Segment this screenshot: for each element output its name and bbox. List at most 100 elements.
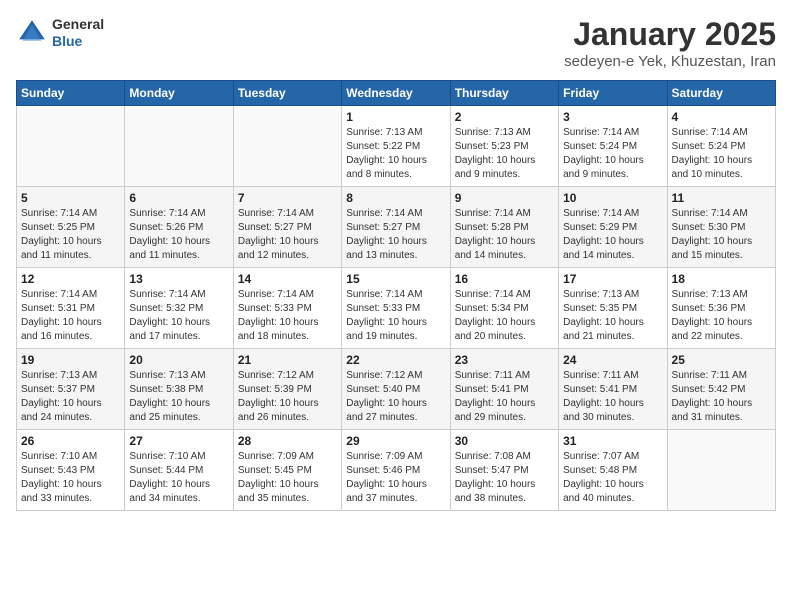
day-number: 25 xyxy=(672,353,771,367)
day-info: Sunrise: 7:14 AM Sunset: 5:27 PM Dayligh… xyxy=(346,207,445,263)
calendar-cell: 28 Sunrise: 7:09 AM Sunset: 5:45 PM Dayli… xyxy=(233,430,341,511)
day-info: Sunrise: 7:14 AM Sunset: 5:33 PM Dayligh… xyxy=(238,288,337,344)
calendar-cell: 8 Sunrise: 7:14 AM Sunset: 5:27 PM Daylig… xyxy=(342,187,450,268)
title-block: January 2025 sedeyen-e Yek, Khuzestan, I… xyxy=(564,16,776,70)
calendar-cell: 15 Sunrise: 7:14 AM Sunset: 5:33 PM Dayli… xyxy=(342,268,450,349)
day-info: Sunrise: 7:14 AM Sunset: 5:26 PM Dayligh… xyxy=(129,207,228,263)
day-number: 8 xyxy=(346,191,445,205)
calendar-cell: 23 Sunrise: 7:11 AM Sunset: 5:41 PM Dayli… xyxy=(450,349,558,430)
day-number: 20 xyxy=(129,353,228,367)
day-number: 13 xyxy=(129,272,228,286)
calendar-cell: 27 Sunrise: 7:10 AM Sunset: 5:44 PM Dayli… xyxy=(125,430,233,511)
day-number: 30 xyxy=(455,434,554,448)
calendar-title: January 2025 xyxy=(564,16,776,53)
day-number: 4 xyxy=(672,110,771,124)
day-info: Sunrise: 7:11 AM Sunset: 5:41 PM Dayligh… xyxy=(563,369,662,425)
day-number: 15 xyxy=(346,272,445,286)
day-header-sunday: Sunday xyxy=(17,81,125,106)
logo-general-text: General xyxy=(52,16,104,33)
calendar-cell: 7 Sunrise: 7:14 AM Sunset: 5:27 PM Daylig… xyxy=(233,187,341,268)
day-number: 28 xyxy=(238,434,337,448)
day-number: 16 xyxy=(455,272,554,286)
day-number: 31 xyxy=(563,434,662,448)
logo-icon xyxy=(16,17,48,49)
calendar-cell: 25 Sunrise: 7:11 AM Sunset: 5:42 PM Dayli… xyxy=(667,349,775,430)
calendar-cell: 11Sunrise: 7:14 AM Sunset: 5:30 PM Dayli… xyxy=(667,187,775,268)
calendar-cell: 31 Sunrise: 7:07 AM Sunset: 5:48 PM Dayli… xyxy=(559,430,667,511)
day-number: 23 xyxy=(455,353,554,367)
calendar-cell xyxy=(125,106,233,187)
day-header-tuesday: Tuesday xyxy=(233,81,341,106)
day-number: 29 xyxy=(346,434,445,448)
calendar-cell: 9 Sunrise: 7:14 AM Sunset: 5:28 PM Daylig… xyxy=(450,187,558,268)
calendar-cell: 4Sunrise: 7:14 AM Sunset: 5:24 PM Daylig… xyxy=(667,106,775,187)
calendar-cell: 19 Sunrise: 7:13 AM Sunset: 5:37 PM Dayli… xyxy=(17,349,125,430)
day-info: Sunrise: 7:14 AM Sunset: 5:29 PM Dayligh… xyxy=(563,207,662,263)
calendar-cell: 17Sunrise: 7:13 AM Sunset: 5:35 PM Dayli… xyxy=(559,268,667,349)
calendar-cell: 22 Sunrise: 7:12 AM Sunset: 5:40 PM Dayli… xyxy=(342,349,450,430)
day-number: 9 xyxy=(455,191,554,205)
days-header-row: SundayMondayTuesdayWednesdayThursdayFrid… xyxy=(17,81,776,106)
day-info: Sunrise: 7:09 AM Sunset: 5:45 PM Dayligh… xyxy=(238,450,337,506)
calendar-cell: 18 Sunrise: 7:13 AM Sunset: 5:36 PM Dayli… xyxy=(667,268,775,349)
day-number: 24 xyxy=(563,353,662,367)
day-info: Sunrise: 7:10 AM Sunset: 5:44 PM Dayligh… xyxy=(129,450,228,506)
calendar-cell: 3 Sunrise: 7:14 AM Sunset: 5:24 PM Daylig… xyxy=(559,106,667,187)
day-info: Sunrise: 7:11 AM Sunset: 5:41 PM Dayligh… xyxy=(455,369,554,425)
day-number: 5 xyxy=(21,191,120,205)
day-number: 19 xyxy=(21,353,120,367)
day-number: 26 xyxy=(21,434,120,448)
day-info: Sunrise: 7:13 AM Sunset: 5:36 PM Dayligh… xyxy=(672,288,771,344)
day-number: 6 xyxy=(129,191,228,205)
calendar-subtitle: sedeyen-e Yek, Khuzestan, Iran xyxy=(564,53,776,70)
week-row-1: 1 Sunrise: 7:13 AM Sunset: 5:22 PM Daylig… xyxy=(17,106,776,187)
day-number: 27 xyxy=(129,434,228,448)
day-info: Sunrise: 7:11 AM Sunset: 5:42 PM Dayligh… xyxy=(672,369,771,425)
calendar-cell: 24 Sunrise: 7:11 AM Sunset: 5:41 PM Dayli… xyxy=(559,349,667,430)
day-number: 3 xyxy=(563,110,662,124)
day-info: Sunrise: 7:10 AM Sunset: 5:43 PM Dayligh… xyxy=(21,450,120,506)
calendar-cell xyxy=(233,106,341,187)
day-header-monday: Monday xyxy=(125,81,233,106)
day-info: Sunrise: 7:14 AM Sunset: 5:27 PM Dayligh… xyxy=(238,207,337,263)
calendar-cell: 16 Sunrise: 7:14 AM Sunset: 5:34 PM Dayli… xyxy=(450,268,558,349)
day-info: Sunrise: 7:12 AM Sunset: 5:39 PM Dayligh… xyxy=(238,369,337,425)
week-row-3: 12Sunrise: 7:14 AM Sunset: 5:31 PM Dayli… xyxy=(17,268,776,349)
day-info: Sunrise: 7:13 AM Sunset: 5:23 PM Dayligh… xyxy=(455,126,554,182)
day-info: Sunrise: 7:13 AM Sunset: 5:22 PM Dayligh… xyxy=(346,126,445,182)
day-number: 7 xyxy=(238,191,337,205)
logo: General Blue xyxy=(16,16,104,50)
logo-blue-text: Blue xyxy=(52,33,104,50)
day-number: 1 xyxy=(346,110,445,124)
day-header-thursday: Thursday xyxy=(450,81,558,106)
day-info: Sunrise: 7:09 AM Sunset: 5:46 PM Dayligh… xyxy=(346,450,445,506)
day-info: Sunrise: 7:07 AM Sunset: 5:48 PM Dayligh… xyxy=(563,450,662,506)
day-info: Sunrise: 7:14 AM Sunset: 5:28 PM Dayligh… xyxy=(455,207,554,263)
day-info: Sunrise: 7:13 AM Sunset: 5:37 PM Dayligh… xyxy=(21,369,120,425)
day-number: 11 xyxy=(672,191,771,205)
day-header-friday: Friday xyxy=(559,81,667,106)
calendar-cell xyxy=(17,106,125,187)
calendar-cell: 6 Sunrise: 7:14 AM Sunset: 5:26 PM Daylig… xyxy=(125,187,233,268)
day-info: Sunrise: 7:14 AM Sunset: 5:33 PM Dayligh… xyxy=(346,288,445,344)
calendar-table: SundayMondayTuesdayWednesdayThursdayFrid… xyxy=(16,80,776,511)
day-number: 14 xyxy=(238,272,337,286)
day-info: Sunrise: 7:08 AM Sunset: 5:47 PM Dayligh… xyxy=(455,450,554,506)
day-number: 10 xyxy=(563,191,662,205)
day-info: Sunrise: 7:14 AM Sunset: 5:34 PM Dayligh… xyxy=(455,288,554,344)
calendar-cell: 12Sunrise: 7:14 AM Sunset: 5:31 PM Dayli… xyxy=(17,268,125,349)
day-info: Sunrise: 7:14 AM Sunset: 5:24 PM Dayligh… xyxy=(563,126,662,182)
calendar-cell: 13 Sunrise: 7:14 AM Sunset: 5:32 PM Dayli… xyxy=(125,268,233,349)
day-info: Sunrise: 7:14 AM Sunset: 5:32 PM Dayligh… xyxy=(129,288,228,344)
calendar-cell: 20 Sunrise: 7:13 AM Sunset: 5:38 PM Dayli… xyxy=(125,349,233,430)
calendar-cell: 5Sunrise: 7:14 AM Sunset: 5:25 PM Daylig… xyxy=(17,187,125,268)
page-header: General Blue January 2025 sedeyen-e Yek,… xyxy=(16,16,776,70)
day-info: Sunrise: 7:12 AM Sunset: 5:40 PM Dayligh… xyxy=(346,369,445,425)
day-number: 18 xyxy=(672,272,771,286)
calendar-cell: 2Sunrise: 7:13 AM Sunset: 5:23 PM Daylig… xyxy=(450,106,558,187)
day-header-wednesday: Wednesday xyxy=(342,81,450,106)
day-number: 22 xyxy=(346,353,445,367)
calendar-cell: 1 Sunrise: 7:13 AM Sunset: 5:22 PM Daylig… xyxy=(342,106,450,187)
day-info: Sunrise: 7:13 AM Sunset: 5:38 PM Dayligh… xyxy=(129,369,228,425)
week-row-4: 19 Sunrise: 7:13 AM Sunset: 5:37 PM Dayli… xyxy=(17,349,776,430)
